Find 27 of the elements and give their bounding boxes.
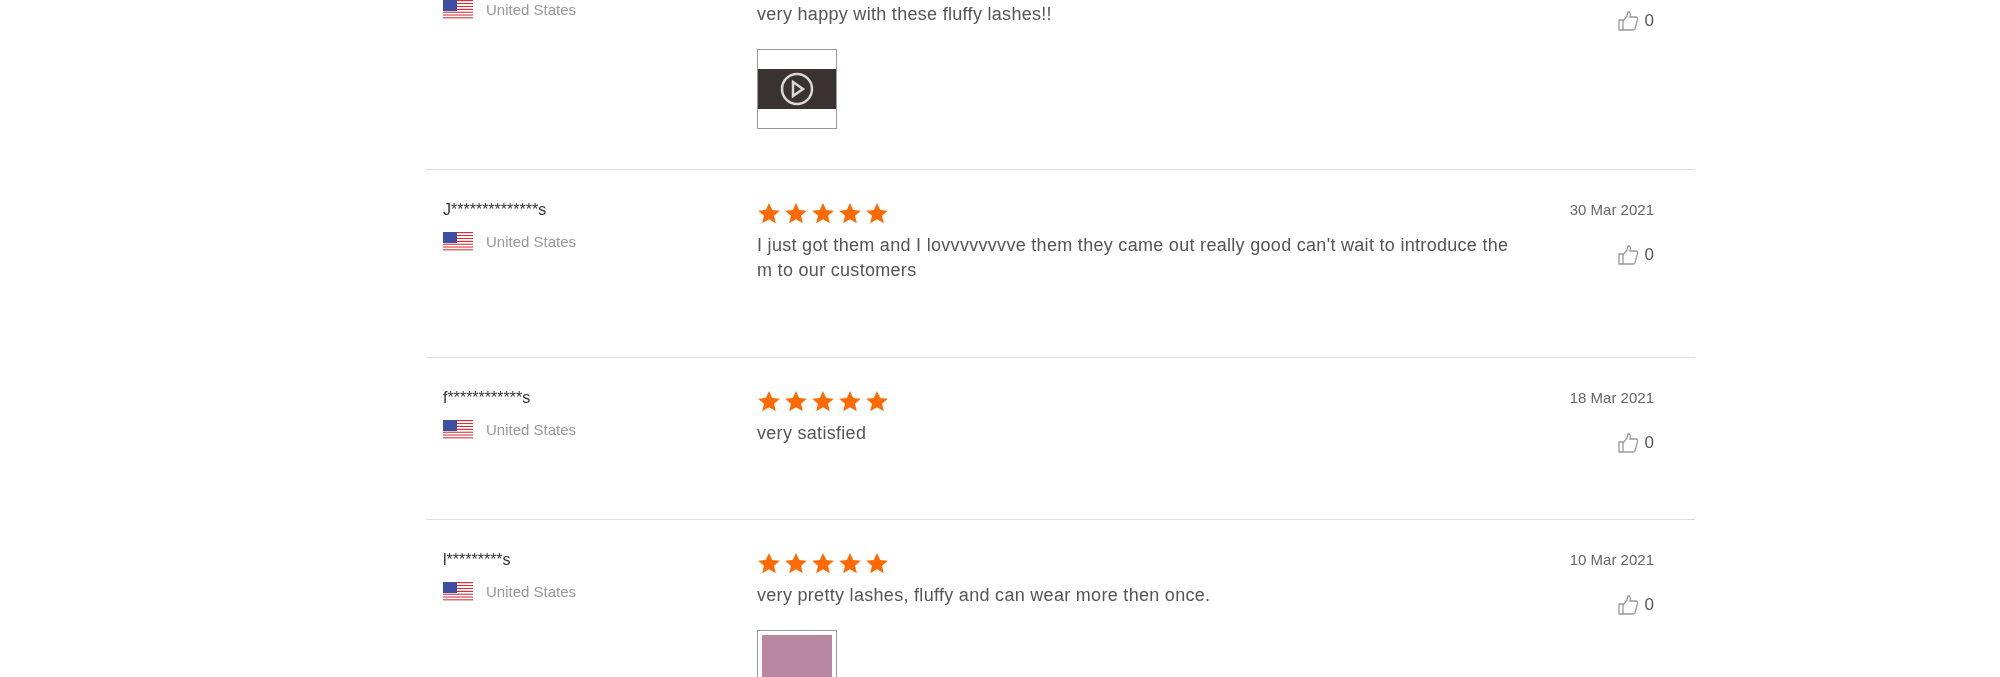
country-label: United States	[486, 420, 577, 440]
flag-icon	[443, 582, 473, 602]
thumbs-up-icon	[1616, 9, 1639, 32]
flag-icon	[443, 420, 473, 440]
video-thumbnail[interactable]	[757, 49, 837, 129]
review-text: very happy with these fluffy lashes!!	[757, 3, 1053, 26]
thumbs-up-icon	[1616, 243, 1639, 266]
like-button[interactable]: 0	[1616, 430, 1654, 456]
review-text: I just got them and I lovvvvvvvve them they came out really good can't wait to introduce them to our customers	[757, 234, 1510, 282]
country-label: United States	[486, 232, 577, 252]
play-icon	[780, 72, 814, 106]
like-button[interactable]: 0	[1616, 8, 1654, 34]
review-date: 10 Mar 2021	[1569, 550, 1654, 570]
reviewer-name: l*********s	[443, 550, 512, 570]
like-button[interactable]: 0	[1616, 242, 1654, 268]
reviewer-name: f************s	[443, 388, 532, 408]
country-label: United States	[486, 582, 577, 602]
review-date: 18 Mar 2021	[1569, 388, 1654, 408]
like-button[interactable]: 0	[1616, 592, 1654, 618]
thumbs-up-icon	[1616, 593, 1639, 616]
country-label: United States	[486, 0, 577, 20]
review-text: very pretty lashes, fluffy and can wear more then once.	[757, 584, 1212, 607]
flag-icon	[443, 232, 473, 252]
review-date: 30 Mar 2021	[1569, 200, 1654, 220]
thumbs-up-icon	[1616, 431, 1639, 454]
reviewer-name: J**************s	[443, 200, 548, 220]
review-text: very satisfied	[757, 422, 868, 445]
